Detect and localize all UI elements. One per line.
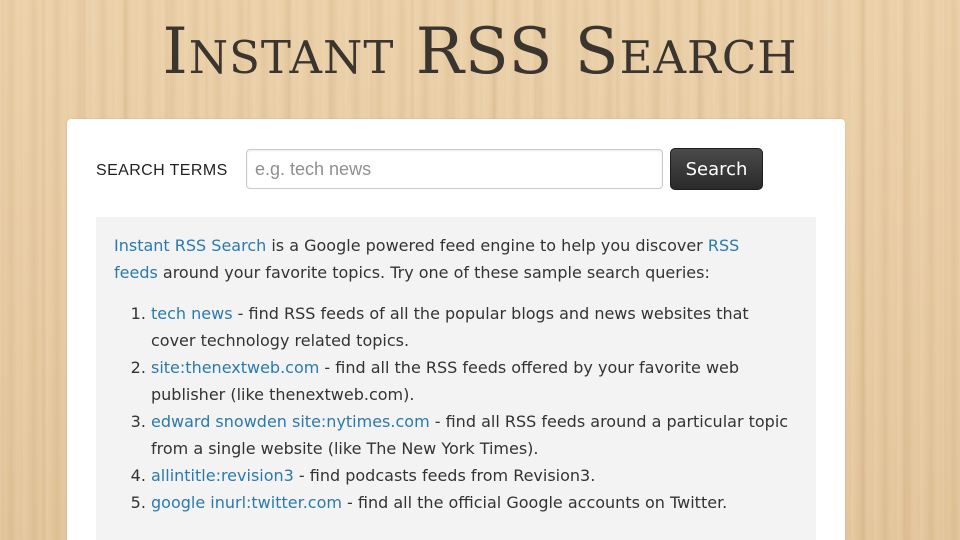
- intro-paragraph: Instant RSS Search is a Google powered f…: [114, 232, 774, 286]
- info-box: Instant RSS Search is a Google powered f…: [96, 217, 816, 540]
- intro-text-2: around your favorite topics. Try one of …: [157, 263, 710, 282]
- sample-query-link[interactable]: site:thenextweb.com: [151, 358, 319, 377]
- sample-query-description: - find podcasts feeds from Revision3.: [293, 466, 596, 485]
- sample-query-link[interactable]: google inurl:twitter.com: [151, 493, 342, 512]
- search-button[interactable]: Search: [670, 148, 763, 190]
- sample-query-link[interactable]: tech news: [151, 304, 233, 323]
- sample-query-link[interactable]: edward snowden site:nytimes.com: [151, 412, 430, 431]
- sample-query-description: - find all the official Google accounts …: [341, 493, 728, 512]
- list-item: site:thenextweb.com - find all the RSS f…: [151, 354, 791, 408]
- site-title: Instant RSS Search: [162, 15, 798, 89]
- list-item: tech news - find RSS feeds of all the po…: [151, 300, 791, 354]
- search-terms-label: SEARCH TERMS: [96, 162, 228, 179]
- sample-queries-list: tech news - find RSS feeds of all the po…: [114, 300, 791, 516]
- intro-text-1: is a Google powered feed engine to help …: [266, 236, 708, 255]
- list-item: edward snowden site:nytimes.com - find a…: [151, 408, 791, 462]
- instant-rss-search-link[interactable]: Instant RSS Search: [114, 236, 266, 255]
- sample-query-link[interactable]: allintitle:revision3: [151, 466, 294, 485]
- search-input[interactable]: [246, 149, 663, 189]
- search-panel: SEARCH TERMS Search Instant RSS Search i…: [67, 119, 845, 540]
- sample-query-description: - find RSS feeds of all the popular blog…: [151, 304, 749, 350]
- list-item: google inurl:twitter.com - find all the …: [151, 489, 791, 516]
- list-item: allintitle:revision3 - find podcasts fee…: [151, 462, 791, 489]
